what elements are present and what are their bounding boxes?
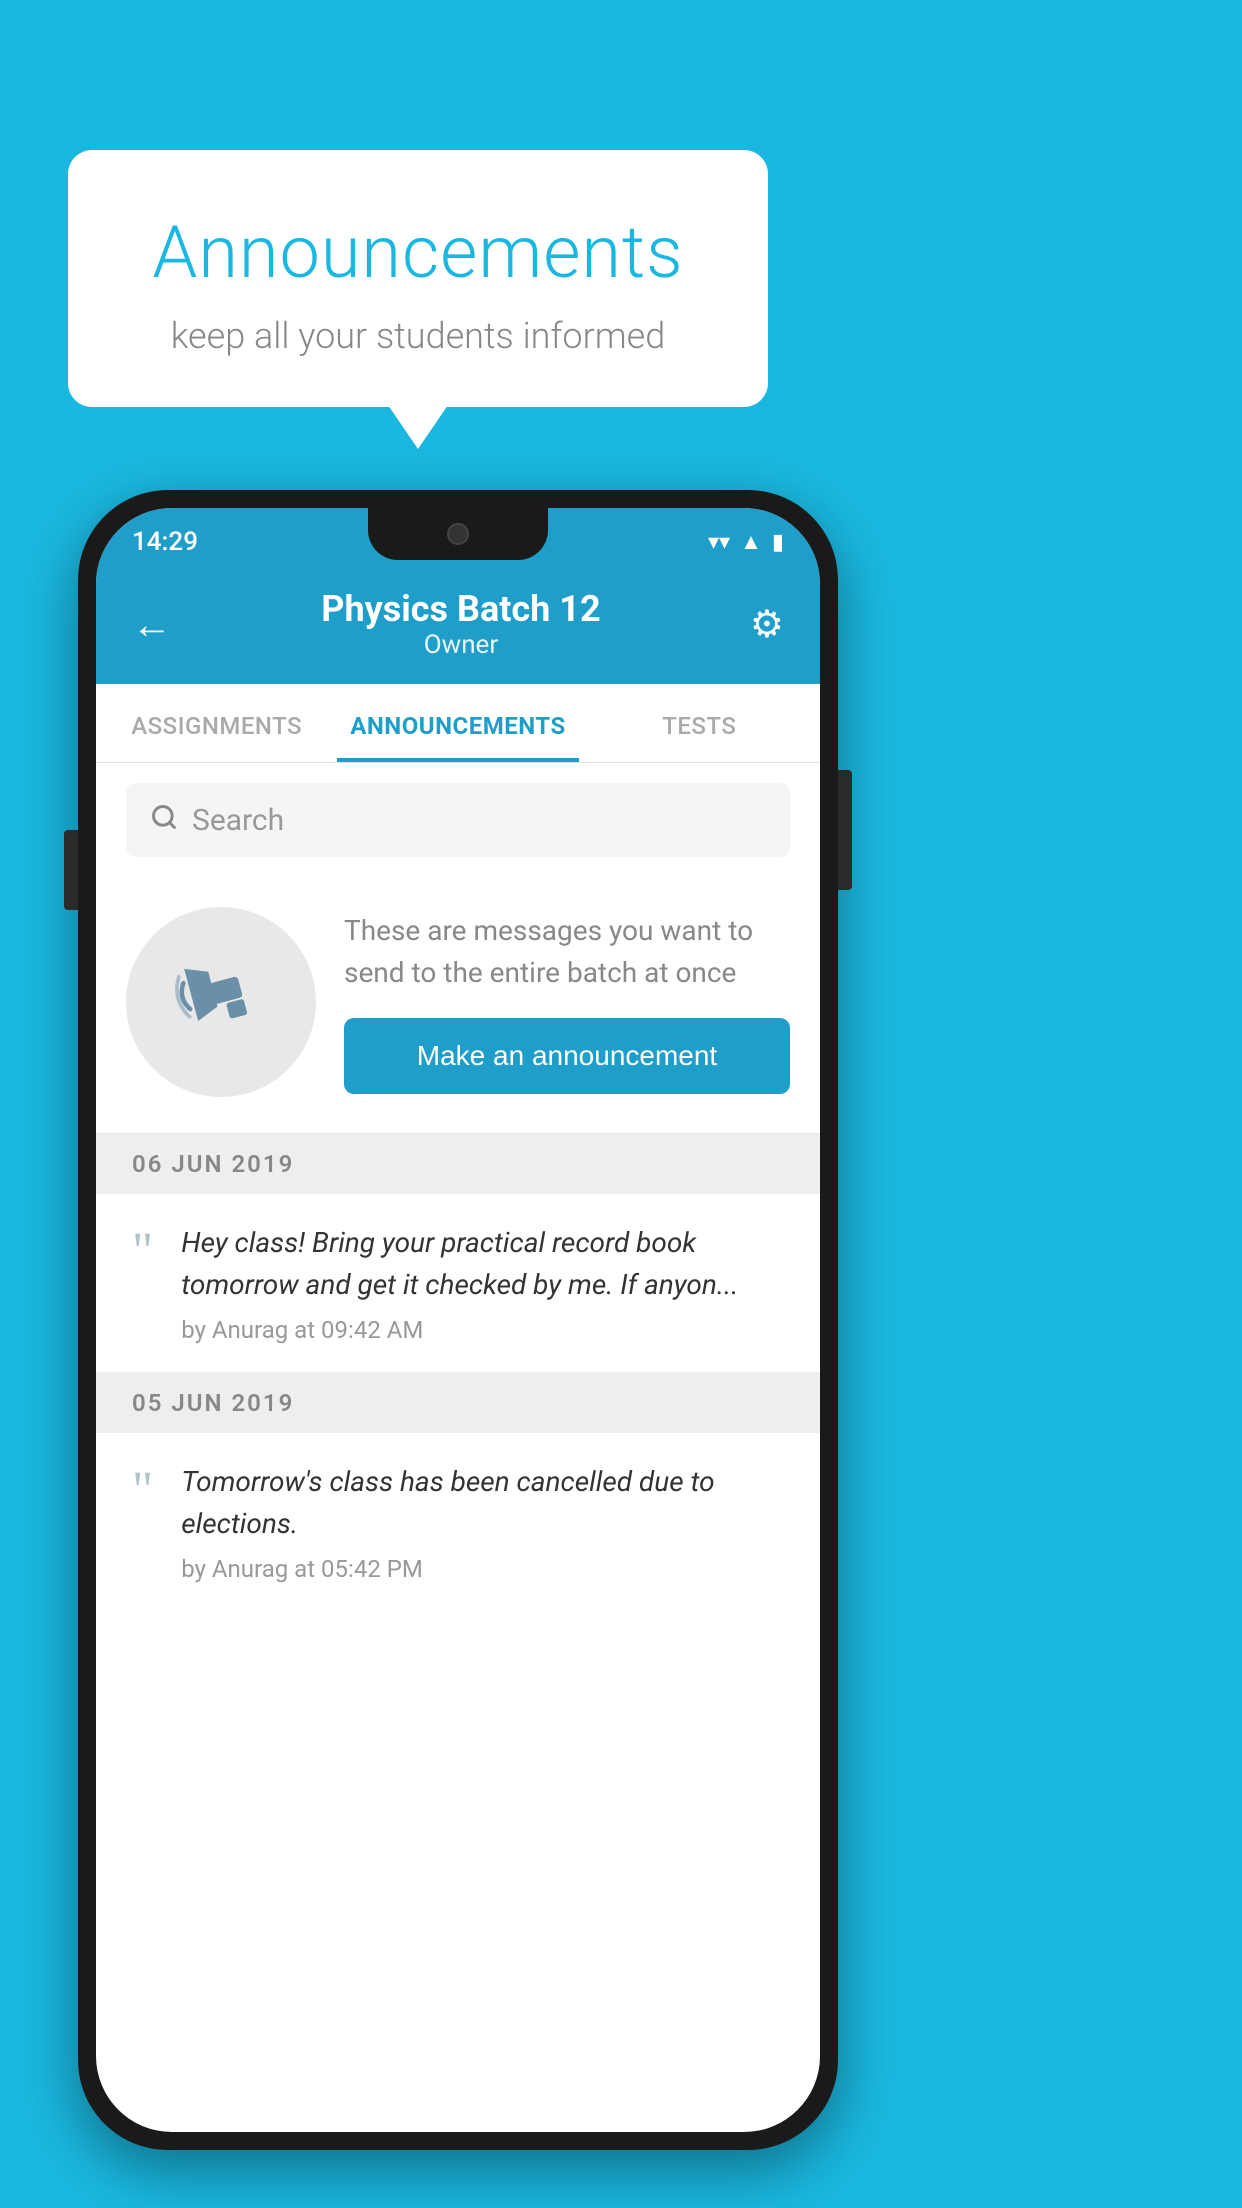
signal-icon: ▲	[740, 529, 762, 555]
status-time: 14:29	[132, 527, 198, 557]
date-divider-2: 05 JUN 2019	[96, 1373, 820, 1433]
date-divider-1: 06 JUN 2019	[96, 1134, 820, 1194]
make-announcement-button[interactable]: Make an announcement	[344, 1018, 790, 1094]
phone-wrapper: 14:29 ▾▾ ▲ ▮ ← Physics Batch 12 Owner ⚙	[78, 490, 838, 2150]
app-header: ← Physics Batch 12 Owner ⚙	[96, 568, 820, 684]
search-container: Search	[96, 763, 820, 877]
batch-role: Owner	[172, 630, 750, 660]
announcement-content-2: Tomorrow's class has been cancelled due …	[181, 1461, 784, 1583]
front-camera	[447, 523, 469, 545]
announcement-content-1: Hey class! Bring your practical record b…	[181, 1222, 784, 1344]
tabs-container: ASSIGNMENTS ANNOUNCEMENTS TESTS	[96, 684, 820, 763]
speech-bubble-subtitle: keep all your students informed	[118, 315, 718, 357]
announcement-text-1: Hey class! Bring your practical record b…	[181, 1222, 784, 1306]
battery-icon: ▮	[772, 530, 784, 555]
promo-right: These are messages you want to send to t…	[344, 910, 790, 1094]
speech-bubble-container: Announcements keep all your students inf…	[68, 150, 768, 407]
batch-title: Physics Batch 12	[172, 588, 750, 630]
announcement-text-2: Tomorrow's class has been cancelled due …	[181, 1461, 784, 1545]
speech-bubble: Announcements keep all your students inf…	[68, 150, 768, 407]
quote-icon-2: "	[132, 1465, 153, 1517]
search-bar[interactable]: Search	[126, 783, 790, 857]
status-icons: ▾▾ ▲ ▮	[708, 529, 784, 555]
wifi-icon: ▾▾	[708, 530, 730, 555]
promo-description: These are messages you want to send to t…	[344, 910, 790, 994]
speech-bubble-title: Announcements	[118, 210, 718, 295]
announcement-item-2[interactable]: " Tomorrow's class has been cancelled du…	[96, 1433, 820, 1611]
announcement-meta-2: by Anurag at 05:42 PM	[181, 1555, 784, 1583]
back-button[interactable]: ←	[132, 601, 172, 648]
megaphone-icon	[163, 937, 278, 1067]
header-center: Physics Batch 12 Owner	[172, 588, 750, 660]
settings-button[interactable]: ⚙	[750, 602, 784, 647]
tab-announcements[interactable]: ANNOUNCEMENTS	[337, 684, 578, 762]
search-icon	[150, 801, 178, 839]
announcement-item-1[interactable]: " Hey class! Bring your practical record…	[96, 1194, 820, 1373]
tab-tests[interactable]: TESTS	[579, 684, 820, 762]
phone-notch	[368, 508, 548, 560]
phone-outer: 14:29 ▾▾ ▲ ▮ ← Physics Batch 12 Owner ⚙	[78, 490, 838, 2150]
announcement-meta-1: by Anurag at 09:42 AM	[181, 1316, 784, 1344]
phone-screen: 14:29 ▾▾ ▲ ▮ ← Physics Batch 12 Owner ⚙	[96, 508, 820, 2132]
tab-assignments[interactable]: ASSIGNMENTS	[96, 684, 337, 762]
promo-icon-circle	[126, 907, 316, 1097]
quote-icon-1: "	[132, 1226, 153, 1278]
search-placeholder: Search	[192, 803, 284, 838]
announcement-promo: These are messages you want to send to t…	[96, 877, 820, 1134]
